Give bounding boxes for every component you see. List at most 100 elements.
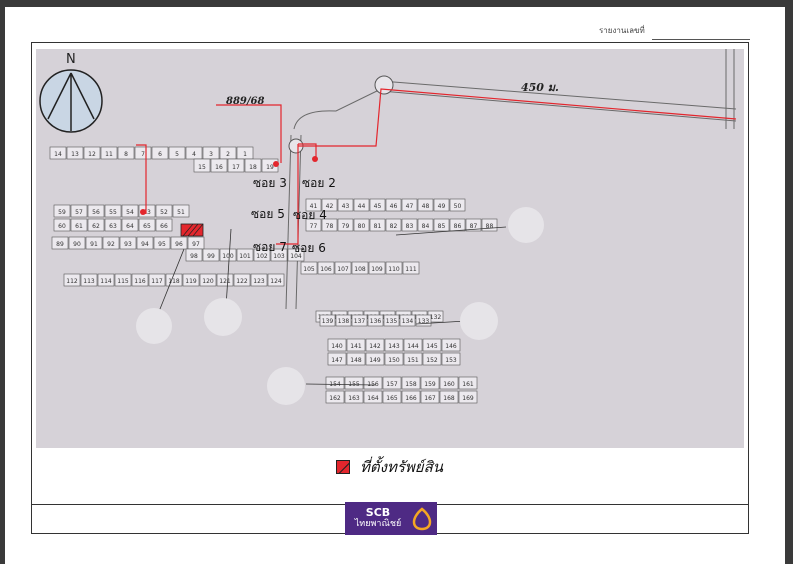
scb-brand-logo: SCB ไทยพาณิชย์ <box>345 502 437 535</box>
plot-number: 45 <box>374 203 382 210</box>
plot-number: 93 <box>124 241 132 248</box>
plot-number: 103 <box>273 253 285 260</box>
plot-number: 163 <box>348 395 360 402</box>
plot-number: 50 <box>454 203 462 210</box>
plot-number: 66 <box>160 223 168 230</box>
plot-number: 151 <box>407 357 419 364</box>
plot-number: 59 <box>58 209 66 216</box>
plot-number: 4 <box>192 151 196 158</box>
plot-number: 153 <box>445 357 457 364</box>
plot-number: 134 <box>402 318 414 325</box>
plot-number: 52 <box>160 209 168 216</box>
plot-number: 11 <box>105 151 113 158</box>
plot-number: 100 <box>222 253 234 260</box>
plot-number: 84 <box>422 223 430 230</box>
soi-label-2: ซอย 2 <box>302 176 336 190</box>
plot-number: 62 <box>92 223 100 230</box>
photo-point-circle <box>267 367 305 405</box>
compass-icon: N <box>39 52 103 133</box>
plot-number: 146 <box>445 343 457 350</box>
plot-number: 79 <box>342 223 350 230</box>
plot-number: 86 <box>454 223 462 230</box>
plot-number: 117 <box>151 278 163 285</box>
plot-number: 102 <box>256 253 268 260</box>
plot-number: 99 <box>207 253 215 260</box>
plot-number: 18 <box>249 164 257 171</box>
plot-number: 152 <box>426 357 438 364</box>
location-marker-icon <box>312 156 318 162</box>
plot-number: 136 <box>370 318 382 325</box>
plot-number: 14 <box>54 151 62 158</box>
plot-number: 141 <box>350 343 362 350</box>
plot-number: 2 <box>226 151 230 158</box>
plot-number: 82 <box>390 223 398 230</box>
plot-number: 101 <box>239 253 251 260</box>
location-map: 14 13 12 11 8 7 6 5 4 3 2 1 15 16 17 18 19 59 57 56 55 54 53 52… <box>36 49 744 448</box>
plot-number: 169 <box>462 395 474 402</box>
plot-number: 51 <box>177 209 185 216</box>
plot-number: 149 <box>369 357 381 364</box>
plot-number: 161 <box>462 381 474 388</box>
plot-number: 46 <box>390 203 398 210</box>
plot-number: 111 <box>405 266 417 273</box>
plot-number: 44 <box>358 203 366 210</box>
plot-number: 162 <box>329 395 341 402</box>
plot-number: 47 <box>406 203 414 210</box>
plot-number: 109 <box>371 266 383 273</box>
distance-label: 450 ม. <box>521 81 559 94</box>
scb-brand-subtitle: ไทยพาณิชย์ <box>354 519 402 529</box>
plot-number: 105 <box>303 266 315 273</box>
plot-number: 157 <box>386 381 398 388</box>
plot-number: 1 <box>243 151 247 158</box>
plot-number: 140 <box>331 343 343 350</box>
plot-number: 16 <box>215 164 223 171</box>
plot-number: 55 <box>109 209 117 216</box>
plot-number: 112 <box>66 278 78 285</box>
location-marker-icon <box>140 209 146 215</box>
soi-label-7: ซอย 7 <box>253 240 287 254</box>
plot-number: 119 <box>185 278 197 285</box>
plot-number: 124 <box>270 278 282 285</box>
plot-number: 122 <box>236 278 248 285</box>
plot-number: 61 <box>75 223 83 230</box>
photo-point-circle <box>460 302 498 340</box>
plot-number: 107 <box>337 266 349 273</box>
plot-number: 60 <box>58 223 66 230</box>
plot-number: 97 <box>192 241 200 248</box>
plot-number: 137 <box>354 318 366 325</box>
plot-number: 63 <box>109 223 117 230</box>
plot-number: 150 <box>388 357 400 364</box>
soi-label-6: ซอย 6 <box>292 241 326 255</box>
plot-number: 166 <box>405 395 417 402</box>
plot-number: 5 <box>175 151 179 158</box>
plot-number: 3 <box>209 151 213 158</box>
report-number-field-line <box>652 39 750 40</box>
plot-number: 167 <box>424 395 436 402</box>
plot-number: 159 <box>424 381 436 388</box>
soi-label-4: ซอย 4 <box>293 208 327 222</box>
plot-number: 164 <box>367 395 379 402</box>
plot-number: 96 <box>175 241 183 248</box>
plot-number: 94 <box>141 241 149 248</box>
plot-number: 6 <box>158 151 162 158</box>
photo-point-circle <box>136 308 172 344</box>
plot-number: 64 <box>126 223 134 230</box>
plot-number: 144 <box>407 343 419 350</box>
plot-number: 81 <box>374 223 382 230</box>
location-marker-icon <box>273 161 279 167</box>
plot-number: 110 <box>388 266 400 273</box>
plot-number: 98 <box>190 253 198 260</box>
plot-number: 80 <box>358 223 366 230</box>
plot-number: 17 <box>232 164 240 171</box>
plot-number: 108 <box>354 266 366 273</box>
plot-number: 88 <box>486 223 494 230</box>
plot-number: 49 <box>438 203 446 210</box>
plot-number: 95 <box>158 241 166 248</box>
plot-number: 114 <box>100 278 112 285</box>
plot-number: 85 <box>438 223 446 230</box>
plot-number: 115 <box>117 278 129 285</box>
plot-number: 148 <box>350 357 362 364</box>
plot-number: 57 <box>75 209 83 216</box>
plot-number: 83 <box>406 223 414 230</box>
plot-number: 92 <box>107 241 115 248</box>
